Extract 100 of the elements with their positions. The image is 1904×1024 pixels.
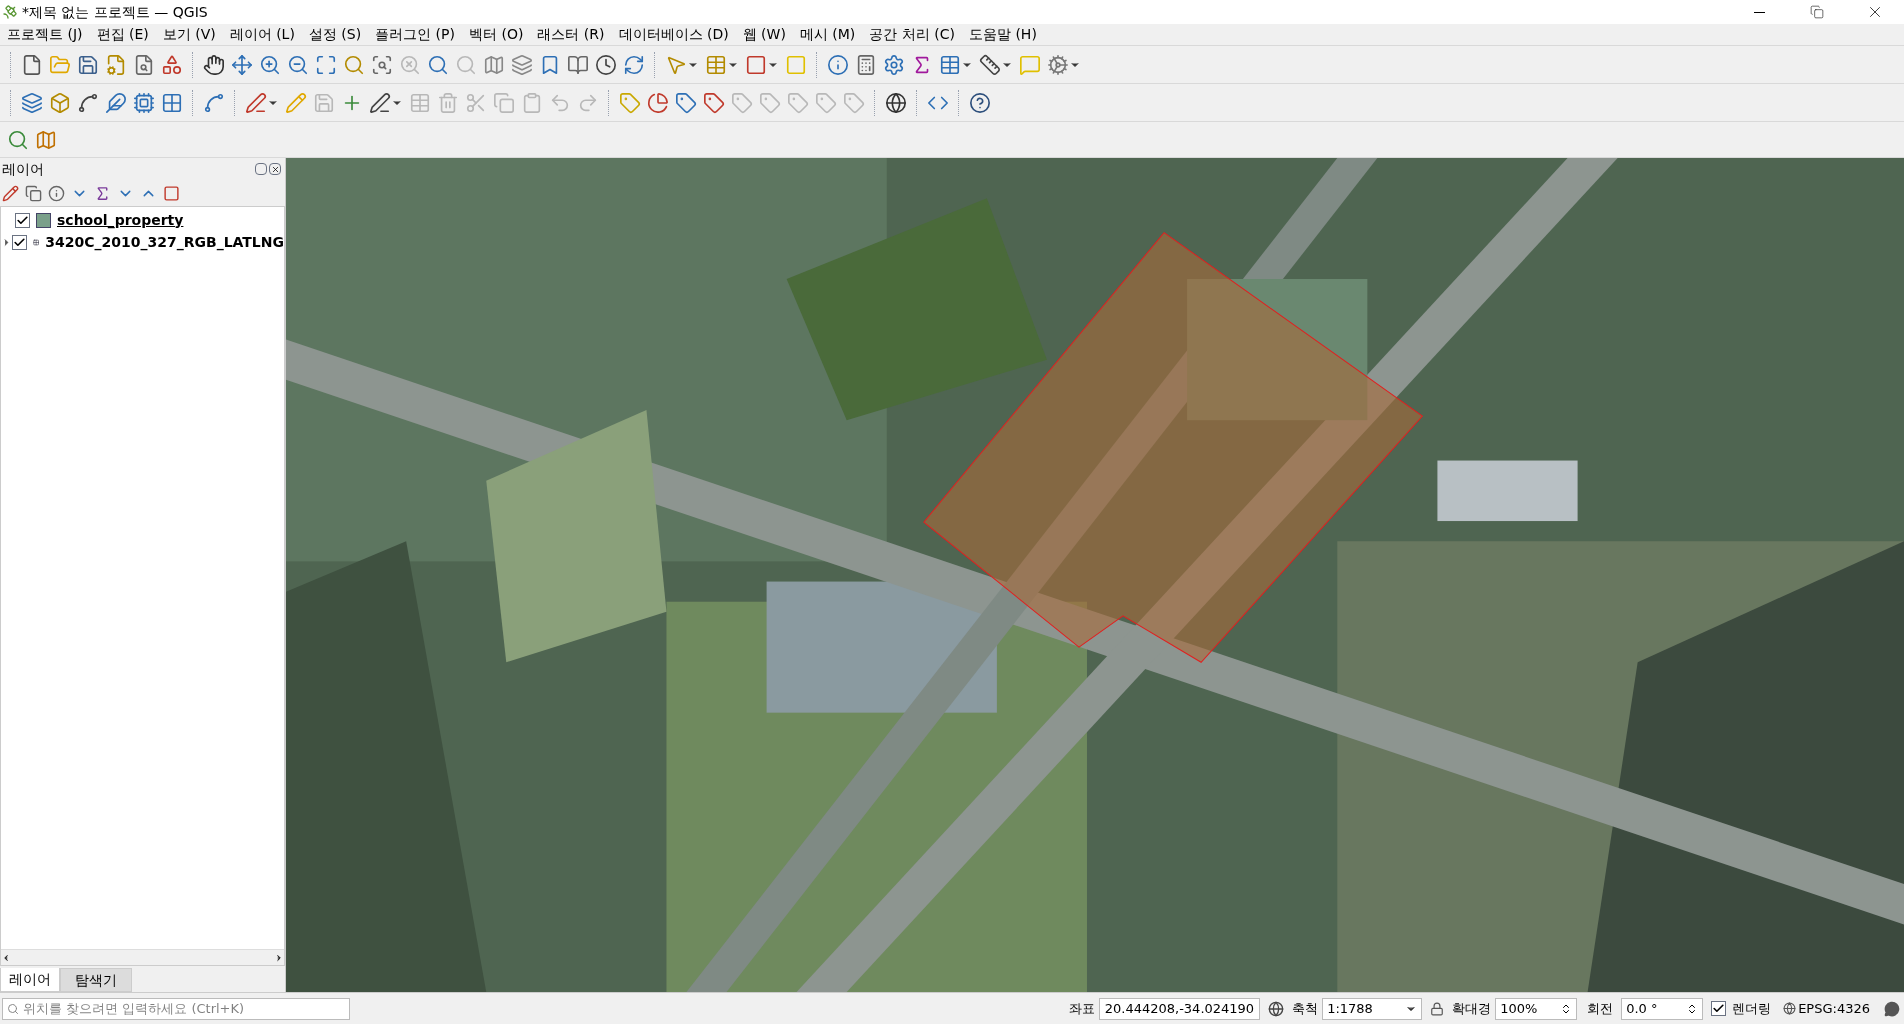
tool-icon (133, 91, 155, 114)
tool-icon (567, 53, 589, 76)
menu-item[interactable]: 보기 (V) (155, 23, 223, 46)
menu-item[interactable]: 웹 (W) (735, 23, 793, 46)
menu-item[interactable]: 메시 (M) (792, 23, 863, 46)
layer-row[interactable]: 3420C_2010_327_RGB_LATLNG (1, 231, 284, 253)
tool-icon (259, 53, 281, 76)
scale-dropdown[interactable]: 1:1788 (1322, 997, 1423, 1020)
tool-icon (675, 91, 697, 114)
tool-icon (939, 53, 961, 76)
tool-icon (647, 91, 669, 114)
close-panel-button[interactable] (269, 163, 281, 175)
tool-icon (969, 91, 991, 114)
crs-button[interactable]: EPSG:4326 (1798, 998, 1870, 1019)
tool-icon (399, 53, 421, 76)
tool-icon (315, 53, 337, 76)
minimize-icon (1753, 11, 1765, 13)
tool-icon (409, 91, 431, 114)
scale-label: 축척 (1292, 999, 1319, 1018)
globe-icon (1783, 1002, 1797, 1015)
tool-icon (493, 91, 515, 114)
tool-icon (105, 53, 127, 76)
restore-icon (1810, 5, 1824, 19)
layer-name[interactable]: school_property (57, 209, 184, 231)
tool-icon (511, 53, 533, 76)
tool-icon (285, 91, 307, 114)
scroll-left-icon[interactable] (1, 952, 11, 963)
magnifier-label: 확대경 (1452, 999, 1492, 1018)
tool-icon (623, 53, 645, 76)
tool-icon (161, 91, 183, 114)
tool-icon (745, 53, 767, 76)
horizontal-scrollbar[interactable] (1, 949, 284, 965)
tool-icon (483, 53, 505, 76)
tool-icon (759, 91, 781, 114)
tool-icon (231, 53, 253, 76)
tool-icon (1019, 53, 1041, 76)
tool-icon (105, 91, 127, 114)
tool-icon (705, 53, 727, 76)
tool-icon (21, 91, 43, 114)
tool-icon (619, 91, 641, 114)
rotation-label: 회전 (1587, 999, 1614, 1018)
menu-item[interactable]: 레이어 (L) (222, 23, 302, 46)
tool-icon (427, 53, 449, 76)
messages-icon[interactable] (1884, 1000, 1900, 1017)
add-group-icon[interactable] (25, 184, 42, 202)
panel-title: 레이어 (2, 159, 45, 179)
tool-icon (21, 53, 43, 76)
coordinate-field[interactable]: 20.444208,-34.024190 (1098, 997, 1261, 1020)
tool-icon (827, 53, 849, 76)
layer-name[interactable]: 3420C_2010_327_RGB_LATLNG (45, 231, 284, 253)
tool-icon (203, 53, 225, 76)
app-logo-icon (2, 4, 18, 20)
magnifier-spinbox[interactable]: 100% (1495, 997, 1578, 1020)
crs-toggle-icon[interactable] (1268, 1000, 1285, 1017)
layer-checkbox[interactable] (12, 234, 27, 250)
rotation-spinbox[interactable]: 0.0 ° (1621, 997, 1704, 1020)
menu-item[interactable]: 플러그인 (P) (368, 23, 462, 46)
search-icon (7, 1002, 19, 1015)
tool-icon (77, 91, 99, 114)
tool-icon (287, 53, 309, 76)
tool-icon (49, 91, 71, 114)
tool-icon (245, 91, 267, 114)
tool-icon (77, 53, 99, 76)
render-label: 렌더링 (1732, 999, 1772, 1018)
tool-icon (1047, 53, 1069, 76)
tool-icon (49, 53, 71, 76)
tool-icon (7, 128, 29, 151)
scroll-right-icon[interactable] (274, 952, 284, 963)
layer-checkbox[interactable] (15, 212, 30, 228)
panel-tab[interactable]: 레이어 (0, 968, 60, 992)
tool-icon (313, 91, 335, 114)
window-title: *제목 없는 프로젝트 — QGIS (22, 2, 208, 22)
tool-icon (785, 53, 807, 76)
tool-icon (371, 53, 393, 76)
menu-item[interactable]: 데이터베이스 (D) (611, 23, 736, 46)
tool-icon (369, 91, 391, 114)
menu-item[interactable]: 설정 (S) (301, 23, 369, 46)
menu-item[interactable]: 공간 처리 (C) (862, 23, 962, 46)
tool-icon (521, 91, 543, 114)
tool-icon (703, 91, 725, 114)
float-button[interactable] (255, 163, 267, 175)
tool-icon (731, 91, 753, 114)
tool-icon (883, 53, 905, 76)
menu-item[interactable]: 프로젝트 (J) (0, 23, 90, 46)
tool-icon (815, 91, 837, 114)
close-icon (270, 164, 280, 174)
menu-item[interactable]: 래스터 (R) (530, 23, 612, 46)
layer-row[interactable]: school_property (1, 209, 284, 231)
menu-item[interactable]: 도움말 (H) (961, 23, 1044, 46)
locator-field[interactable]: 위치를 찾으려면 입력하세요 (Ctrl+K) (2, 997, 350, 1020)
polygon-layer-icon (36, 212, 51, 228)
menu-item[interactable]: 편집 (E) (89, 23, 156, 46)
menu-item[interactable]: 벡터 (O) (462, 23, 531, 46)
render-checkbox[interactable] (1711, 1001, 1727, 1016)
tool-icon (437, 91, 459, 114)
panel-tab[interactable]: 탐색기 (60, 968, 132, 992)
lock-icon[interactable] (1430, 1001, 1445, 1016)
tool-icon (343, 53, 365, 76)
tool-icon (203, 91, 225, 114)
tool-icon (843, 91, 865, 114)
